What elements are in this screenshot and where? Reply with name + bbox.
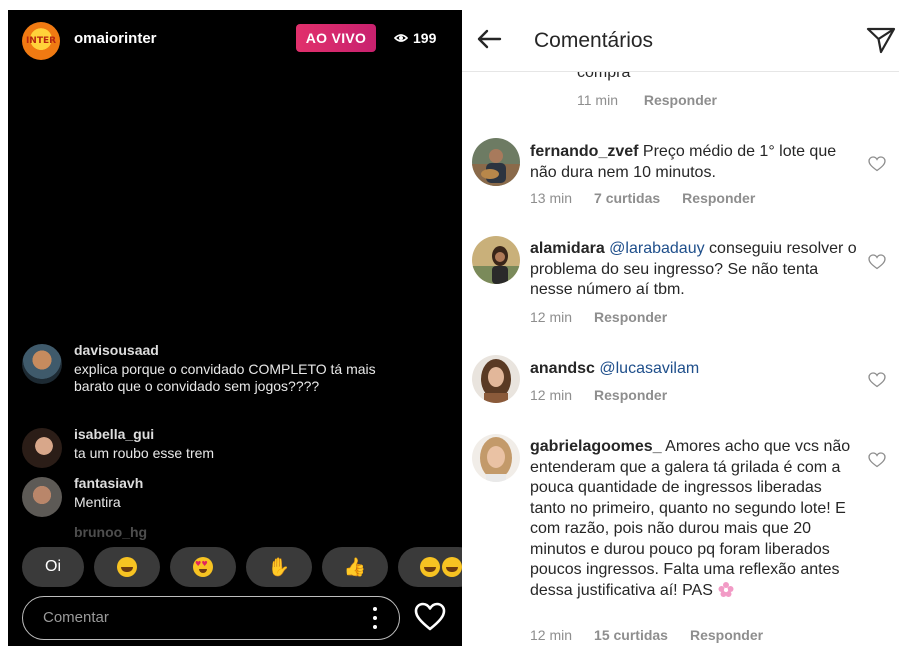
like-heart-icon[interactable] (868, 372, 886, 388)
likes-count[interactable]: 7 curtidas (594, 190, 660, 206)
comment-meta: 12 min 15 curtidas Responder (530, 627, 763, 643)
laughing-emoji-icon (117, 557, 137, 577)
comment-meta: 12 min Responder (530, 387, 667, 403)
thumbs-up-icon: 👍 (343, 556, 367, 578)
eye-icon (394, 34, 408, 42)
quick-reply-label: Oi (45, 558, 61, 575)
likes-count[interactable]: 15 curtidas (594, 627, 668, 643)
reply-link[interactable]: Responder (644, 92, 717, 108)
avatar[interactable] (472, 236, 520, 284)
like-heart-icon[interactable] (868, 452, 886, 468)
live-comment-text: Mentira (74, 494, 121, 510)
live-stream-panel: INTER omaiorinter AO VIVO 199 davisousaa… (8, 10, 462, 646)
comment-meta: 13 min 7 curtidas Responder (530, 190, 755, 206)
comment-meta: 11 min Responder (577, 92, 717, 108)
host-avatar[interactable]: INTER (22, 22, 60, 60)
send-icon[interactable] (866, 26, 896, 54)
page-title: Comentários (534, 29, 654, 52)
avatar[interactable] (472, 434, 520, 482)
clapping-hands-icon: ✋ (267, 556, 291, 578)
reply-link[interactable]: Responder (594, 309, 667, 325)
comment-mention[interactable]: @lucasavilam (599, 360, 699, 377)
comment-text: Amores acho que vcs não entenderam que a… (530, 438, 851, 599)
quick-reply-laugh[interactable] (94, 547, 160, 587)
avatar[interactable] (22, 477, 62, 517)
comment-time: 11 min (577, 92, 618, 108)
comment-body: alamidara @larabadauy conseguiu resolver… (530, 239, 860, 301)
like-heart-icon[interactable] (868, 156, 886, 172)
comment-time: 12 min (530, 309, 573, 325)
live-badge: AO VIVO (296, 24, 376, 52)
avatar[interactable] (22, 344, 62, 384)
comment-body: fernando_zvef Preço médio de 1° lote que… (530, 142, 860, 183)
laughing-emoji-icon (420, 557, 440, 577)
host-username[interactable]: omaiorinter (74, 30, 157, 47)
comment-username[interactable]: fernando_zvef (530, 143, 638, 160)
avatar[interactable] (472, 355, 520, 403)
comment-body: anandsc @lucasavilam (530, 359, 860, 380)
comments-header: Comentários (462, 0, 899, 72)
quick-reply-row: Oi ✋ 👍 (22, 547, 462, 587)
avatar[interactable] (472, 138, 520, 186)
reply-link[interactable]: Responder (682, 190, 755, 206)
heart-icon[interactable] (414, 602, 446, 632)
quick-reply-oi[interactable]: Oi (22, 547, 84, 587)
live-comment-username[interactable]: davisousaad (74, 342, 159, 358)
live-comment-username[interactable]: isabella_gui (74, 426, 154, 442)
heart-eyes-emoji-icon (193, 557, 213, 577)
comment-time: 12 min (530, 627, 573, 643)
viewer-count[interactable]: 199 (394, 30, 436, 46)
comment-username[interactable]: anandsc (530, 360, 595, 377)
host-avatar-logo: INTER (25, 36, 57, 46)
comment-body: gabrielagoomes_ Amores acho que vcs não … (530, 437, 860, 601)
quick-reply-heart-eyes[interactable] (170, 547, 236, 587)
reply-link[interactable]: Responder (594, 387, 667, 403)
comment-meta: 12 min Responder (530, 309, 667, 325)
live-comment-username[interactable]: brunoo_hg (74, 524, 147, 540)
comment-time: 13 min (530, 190, 573, 206)
comment-placeholder: Comentar (43, 609, 109, 626)
quick-reply-clap[interactable]: ✋ (246, 547, 312, 587)
comment-mention[interactable]: @larabadauy (609, 240, 704, 257)
flower-emoji-icon (718, 581, 734, 597)
comments-panel: Comentários compra 11 min Responder fern… (462, 0, 899, 648)
viewer-count-value: 199 (413, 30, 437, 46)
comment-username[interactable]: alamidara (530, 240, 605, 257)
more-options-icon[interactable] (373, 607, 377, 629)
avatar[interactable] (22, 428, 62, 468)
comment-username[interactable]: gabrielagoomes_ (530, 438, 662, 455)
quick-reply-thumbs-up[interactable]: 👍 (322, 547, 388, 587)
live-header: INTER omaiorinter AO VIVO 199 (8, 10, 462, 68)
comment-input[interactable]: Comentar (22, 596, 400, 640)
live-comment-text: ta um roubo esse trem (74, 445, 215, 461)
back-arrow-icon[interactable] (476, 28, 502, 50)
reply-link[interactable]: Responder (690, 627, 763, 643)
like-heart-icon[interactable] (868, 254, 886, 270)
comment-time: 12 min (530, 387, 573, 403)
live-comment-text: explica porque o convidado COMPLETO tá m… (74, 361, 376, 394)
laughing-emoji-icon (442, 557, 462, 577)
live-comment-username[interactable]: fantasiavh (74, 475, 143, 491)
quick-reply-laugh-multi[interactable] (398, 547, 462, 587)
